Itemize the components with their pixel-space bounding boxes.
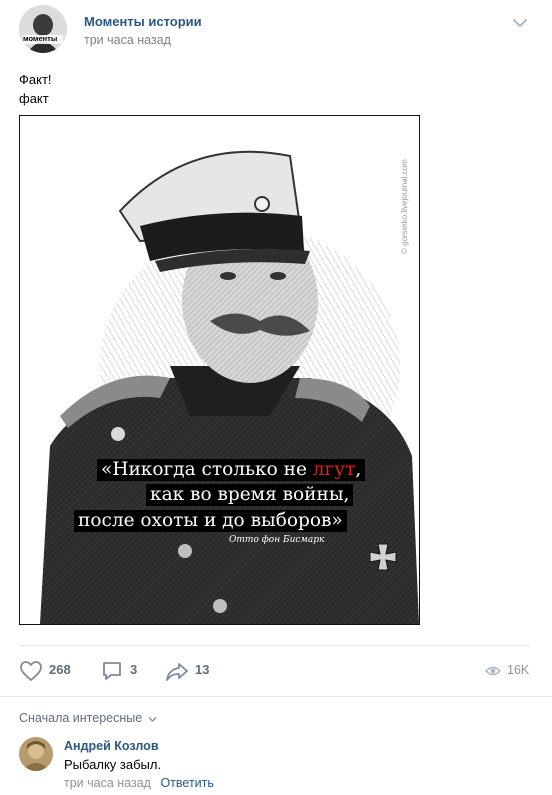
post-photo[interactable]: © gorserko.livejournal.com «Никогда стол… xyxy=(19,115,420,625)
eye-icon xyxy=(485,664,501,683)
divider xyxy=(0,696,552,697)
quote-line-3: после охоты и до выборов» xyxy=(74,510,347,532)
comment-time[interactable]: три часа назад xyxy=(64,776,151,790)
quote-line-2: как во время войны, xyxy=(146,484,354,506)
share-count: 13 xyxy=(195,662,210,677)
quote-part: , xyxy=(355,459,362,480)
chevron-down-icon xyxy=(148,712,157,726)
share-button[interactable]: 13 xyxy=(165,660,215,682)
divider xyxy=(19,645,530,646)
comment-text: Рыбалку забыл. xyxy=(64,757,162,772)
group-name[interactable]: Моменты истории xyxy=(84,14,202,29)
views-count: 16K xyxy=(507,663,530,677)
post-time[interactable]: три часа назад xyxy=(84,33,171,47)
like-count: 268 xyxy=(49,662,71,677)
post-text-line: факт xyxy=(19,91,49,106)
quote-part: «Никогда столько не xyxy=(101,459,313,480)
bismarck-portrait-illustration xyxy=(20,116,419,624)
post-text: Факт! факт xyxy=(19,70,52,108)
comment-author[interactable]: Андрей Козлов xyxy=(64,739,159,753)
comment-meta: три часа назад Ответить xyxy=(64,776,220,790)
group-avatar[interactable]: моменты xyxy=(19,5,67,53)
sort-label: Сначала интересные xyxy=(19,711,143,725)
comment-author-avatar[interactable] xyxy=(19,737,53,771)
avatar-caption: моменты xyxy=(23,34,58,43)
comment-icon xyxy=(101,660,123,687)
post-header: моменты Моменты истории три часа назад xyxy=(0,0,552,60)
reply-button[interactable]: Ответить xyxy=(160,776,213,790)
comments-sort-dropdown[interactable]: Сначала интересные xyxy=(19,711,157,726)
post-text-line: Факт! xyxy=(19,72,52,87)
quote-highlight: лгут xyxy=(312,459,356,480)
share-icon xyxy=(165,660,189,687)
comment-count: 3 xyxy=(130,662,138,677)
quote-line-1: «Никогда столько не лгут, xyxy=(97,459,366,481)
chevron-down-icon[interactable] xyxy=(510,16,530,30)
quote-signature: Отто фон Бисмарк xyxy=(229,535,325,545)
image-watermark: © gorserko.livejournal.com xyxy=(400,159,409,254)
comment-button[interactable]: 3 xyxy=(101,660,141,682)
heart-icon xyxy=(19,660,43,687)
like-button[interactable]: 268 xyxy=(19,660,79,682)
